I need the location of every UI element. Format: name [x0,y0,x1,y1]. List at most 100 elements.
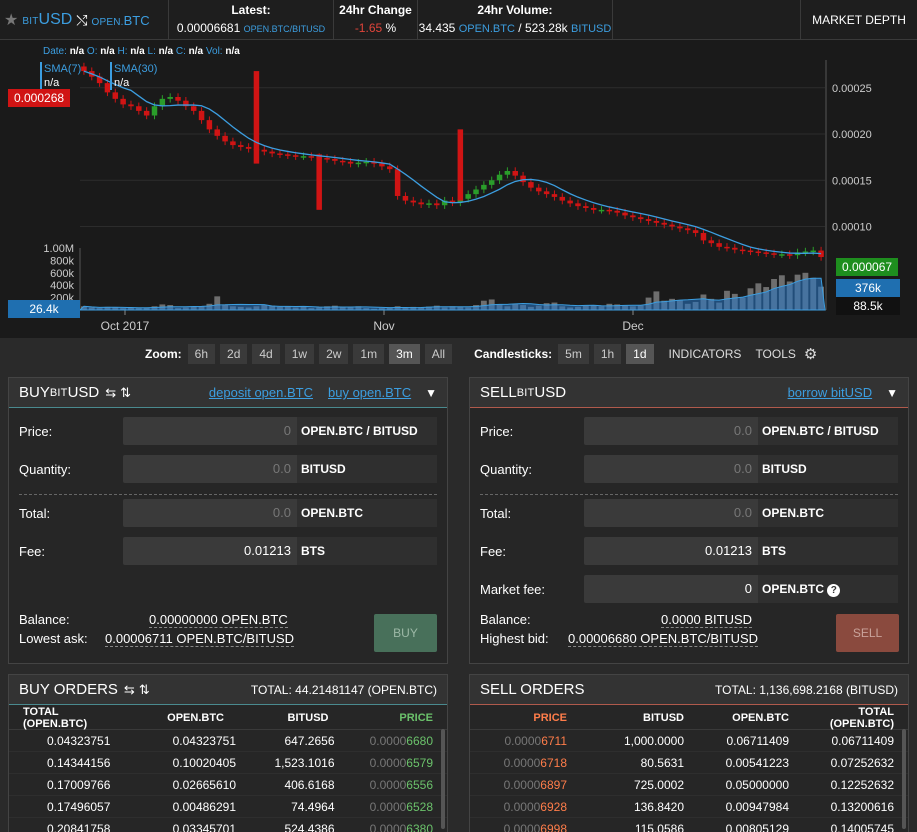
table-row[interactable]: 0.17496057 0.00486291 74.4964 0.00006528 [9,796,447,818]
zoom-option[interactable]: 2d [220,344,248,364]
buy-price-value[interactable]: 0 [123,417,297,445]
candle-body [724,246,730,249]
quote-asset[interactable]: BTC [124,13,150,28]
candlestick-option[interactable]: 5m [558,344,589,364]
price-chart[interactable]: 0.00025 0.00020 0.00015 0.00010 1.00M 800k 600… [0,40,917,338]
table-row[interactable]: 0.00006718 80.5631 0.00541223 0.07252632 [470,752,908,774]
column-header[interactable]: TOTAL (OPEN.BTC) [797,706,908,730]
buy-total-value[interactable]: 0.0 [123,499,297,527]
order-price-digits: 6380 [406,821,433,832]
zoom-option[interactable]: 2w [319,344,349,364]
order-base-amount: 115.0586 [634,821,684,832]
column-header[interactable]: TOTAL (OPEN.BTC) [9,706,128,730]
borrow-link[interactable]: borrow bitUSD [788,385,873,400]
column-header[interactable]: PRICE [470,712,587,724]
table-row[interactable]: 0.00006711 1,000.0000 0.06711409 0.06711409 [470,730,908,752]
buy-button[interactable]: BUY [374,614,437,652]
pair-selector[interactable]: ★ BITUSD ⤭ OPEN.BTC [0,0,169,40]
sell-fee-input[interactable]: 0.01213 BTS [584,537,898,565]
sell-price-input[interactable]: 0.0 OPEN.BTC / BITUSD [584,417,898,445]
shuffle-icon[interactable]: ⤭ [76,12,87,29]
table-row[interactable]: 0.00006897 725.0002 0.05000000 0.12252632 [470,774,908,796]
sort-icon[interactable]: ⇅ [139,682,150,698]
deposit-link[interactable]: deposit open.BTC [209,385,313,400]
price-tick-label: 0.00010 [832,222,872,234]
zoom-option[interactable]: 6h [187,344,216,364]
indicators-button[interactable]: INDICATORS [669,347,742,361]
sell-balance-value[interactable]: 0.0000 BITUSD [661,612,753,628]
volume-tick-label: 600k [50,268,74,280]
candlestick-option[interactable]: 1d [626,344,654,364]
buy-fee-row: Fee: 0.01213 BTS [19,537,437,565]
sma30-value: n/a [114,77,130,89]
candle-body [810,250,816,253]
sell-orders-scrollbar[interactable] [902,729,906,829]
tools-button[interactable]: TOOLS [755,347,795,361]
zoom-option[interactable]: 4d [252,344,280,364]
zoom-option[interactable]: All [424,344,453,364]
candle-body [151,106,158,116]
sell-button[interactable]: SELL [836,614,899,652]
ohlc-date-value: n/a [69,46,85,57]
column-header[interactable]: OPEN.BTC [692,712,797,724]
sell-total-input[interactable]: 0.0 OPEN.BTC [584,499,898,527]
highest-bid-value[interactable]: 0.00006680 OPEN.BTC/BITUSD [568,631,759,647]
base-asset[interactable]: USD [39,11,73,28]
table-row[interactable]: 0.20841758 0.03345701 524.4386 0.00006380 [9,818,447,832]
buy-orders-scrollbar[interactable] [441,729,445,829]
buy-qty-input[interactable]: 0.0 BITUSD [123,455,437,483]
candle-body [81,66,87,72]
ohlc-low-label: L: [147,46,156,57]
buy-fee-input[interactable]: 0.01213 BTS [123,537,437,565]
column-header[interactable]: BITUSD [587,712,692,724]
buy-total-unit: OPEN.BTC [297,499,437,527]
candle-body [630,215,636,218]
sma30-legend[interactable]: SMA(30) n/a [110,62,157,90]
buy-open-btc-link[interactable]: buy open.BTC [328,385,411,400]
column-header[interactable]: OPEN.BTC [128,712,233,724]
star-icon[interactable]: ★ [4,10,18,30]
buy-price-input[interactable]: 0 OPEN.BTC / BITUSD [123,417,437,445]
candle-body [653,220,660,223]
order-quote-amount: 0.03345701 [172,821,236,832]
zoom-option[interactable]: 1w [284,344,315,364]
table-row[interactable]: 0.04323751 0.04323751 647.2656 0.00006680 [9,730,447,752]
zoom-label: Zoom: [145,347,182,361]
table-row[interactable]: 0.00006928 136.8420 0.00947984 0.13200616 [470,796,908,818]
ohlc-vol-value: n/a [225,46,240,57]
sell-price-value[interactable]: 0.0 [584,417,758,445]
zoom-option[interactable]: 1m [353,344,385,364]
sell-total-value[interactable]: 0.0 [584,499,758,527]
sell-qty-value[interactable]: 0.0 [584,455,758,483]
volume-value-2: 523.28k [524,21,568,35]
swap-icon[interactable]: ⇆ [124,682,135,698]
candle-body [230,141,236,146]
column-header[interactable]: BITUSD [232,712,337,724]
table-row[interactable]: 0.00006998 115.0586 0.00805129 0.14005745 [470,818,908,832]
table-row[interactable]: 0.17009766 0.02665610 406.6168 0.00006556 [9,774,447,796]
candlestick-option[interactable]: 1h [593,344,622,364]
market-depth-button[interactable]: MARKET DEPTH [800,0,917,40]
buy-total-input[interactable]: 0.0 OPEN.BTC [123,499,437,527]
volume-sep: / [518,21,522,35]
candle-body [488,180,495,185]
gear-icon[interactable]: ⚙ [804,345,817,363]
swap-icon[interactable]: ⇆ [105,385,116,401]
zoom-option[interactable]: 3m [389,344,420,364]
candle-body [418,202,424,205]
help-icon[interactable]: ? [827,584,841,597]
column-header[interactable]: PRICE [337,712,448,724]
sma7-legend[interactable]: SMA(7) n/a [40,62,81,90]
sort-icon[interactable]: ⇅ [120,385,131,401]
table-row[interactable]: 0.14344156 0.10020405 1,523.1016 0.00006579 [9,752,447,774]
buy-qty-value[interactable]: 0.0 [123,455,297,483]
candle-body [504,171,511,175]
buy-title-prefix: BIT [49,386,68,399]
buy-balance-value[interactable]: 0.00000000 OPEN.BTC [149,612,288,628]
collapse-icon[interactable]: ▼ [886,386,898,400]
collapse-icon[interactable]: ▼ [425,386,437,400]
candle-body [300,156,307,158]
order-price-prefix: 0.0000 [503,821,541,832]
lowest-ask-value[interactable]: 0.00006711 OPEN.BTC/BITUSD [105,631,295,647]
sell-qty-input[interactable]: 0.0 BITUSD [584,455,898,483]
